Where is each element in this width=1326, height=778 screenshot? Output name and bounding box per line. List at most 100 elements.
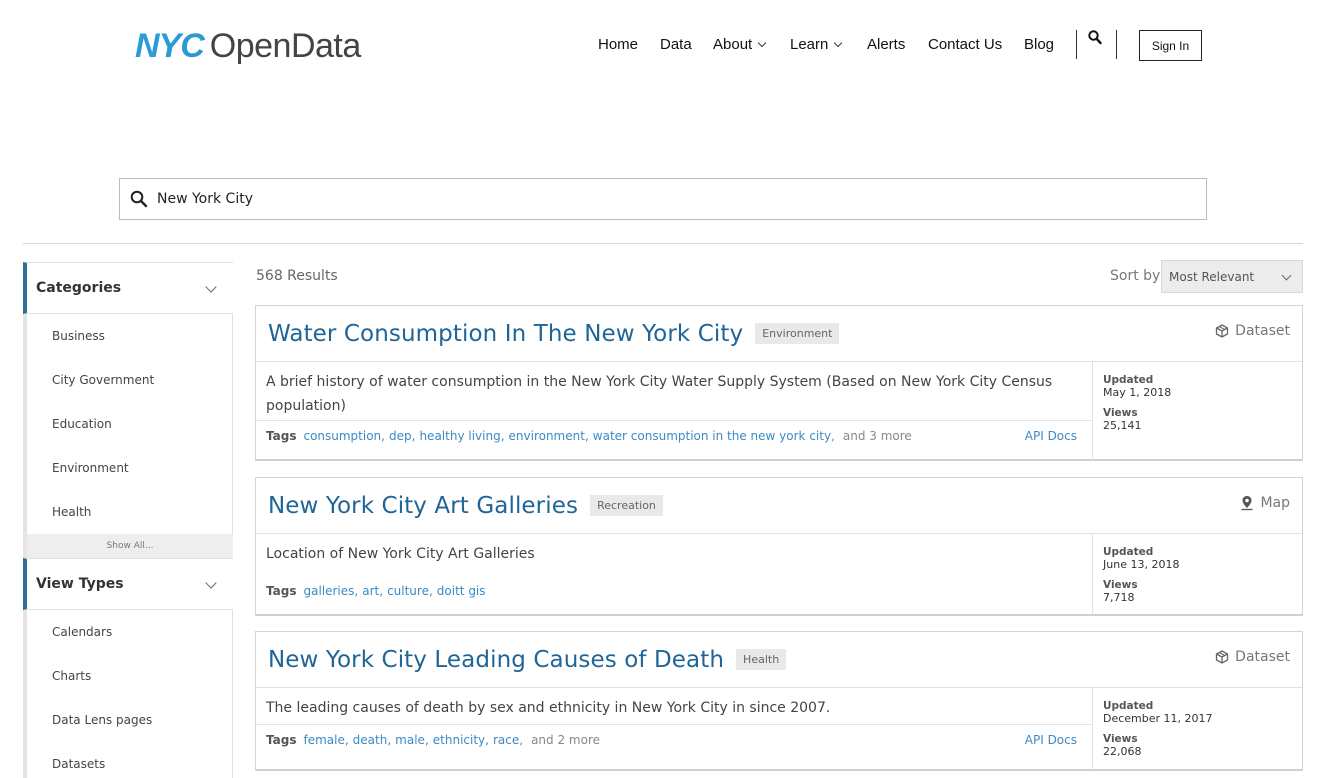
view-types-title: View Types bbox=[36, 576, 124, 592]
result-card-body: The leading causes of death by sex and e… bbox=[256, 688, 1302, 770]
nyc-opendata-logo[interactable]: NYC OpenData bbox=[135, 26, 361, 66]
api-docs-link[interactable]: API Docs bbox=[1025, 429, 1077, 443]
sort-label: Sort by bbox=[1110, 268, 1161, 284]
result-card-header: Water Consumption In The New York City E… bbox=[256, 306, 1302, 362]
result-title-link[interactable]: New York City Art Galleries bbox=[268, 493, 578, 519]
tags-row: Tags female, death, male, ethnicity, rac… bbox=[256, 724, 1092, 754]
category-item-education[interactable]: Education bbox=[27, 402, 233, 446]
nav-blog[interactable]: Blog bbox=[1024, 34, 1054, 56]
result-title-link[interactable]: Water Consumption In The New York City bbox=[268, 321, 743, 347]
nav-data[interactable]: Data bbox=[660, 34, 692, 56]
updated-label: Updated bbox=[1103, 700, 1154, 712]
category-badge[interactable]: Health bbox=[736, 649, 787, 670]
chevron-down-icon bbox=[205, 281, 217, 293]
category-item-health[interactable]: Health bbox=[27, 490, 233, 534]
result-card-main: Location of New York City Art Galleries … bbox=[256, 534, 1093, 615]
tag-link[interactable]: race bbox=[493, 733, 519, 747]
result-card: Water Consumption In The New York City E… bbox=[255, 305, 1303, 461]
tag-link[interactable]: galleries bbox=[303, 584, 354, 598]
tag-link[interactable]: environment bbox=[509, 429, 585, 443]
tag-link[interactable]: water consumption in the new york city bbox=[593, 429, 831, 443]
result-card-body: A brief history of water consumption in … bbox=[256, 362, 1302, 460]
category-item-city-government[interactable]: City Government bbox=[27, 358, 233, 402]
tag-link[interactable]: dep bbox=[389, 429, 412, 443]
dataset-icon bbox=[1216, 324, 1229, 338]
updated-date: December 11, 2017 bbox=[1103, 712, 1213, 725]
tag-link[interactable]: female bbox=[303, 733, 344, 747]
chevron-down-icon bbox=[1281, 270, 1292, 281]
category-item-business[interactable]: Business bbox=[27, 314, 233, 358]
nav-about-label: About bbox=[713, 36, 753, 53]
category-badge[interactable]: Environment bbox=[755, 323, 840, 344]
tags-label: Tags bbox=[266, 428, 297, 443]
category-item-environment[interactable]: Environment bbox=[27, 446, 233, 490]
tag-link[interactable]: death bbox=[353, 733, 388, 747]
nav-home[interactable]: Home bbox=[598, 34, 638, 56]
categories-facet-header[interactable]: Categories bbox=[23, 262, 233, 314]
views-count: 7,718 bbox=[1103, 591, 1135, 604]
views-count: 25,141 bbox=[1103, 419, 1142, 432]
logo-nyc-text: NYC bbox=[135, 27, 205, 65]
view-type-item-charts[interactable]: Charts bbox=[27, 654, 233, 698]
result-card-body: Location of New York City Art Galleries … bbox=[256, 534, 1302, 615]
search-input[interactable] bbox=[157, 191, 1157, 207]
more-tags-link[interactable]: and 3 more bbox=[843, 429, 912, 443]
result-card-main: The leading causes of death by sex and e… bbox=[256, 688, 1093, 770]
tag-link[interactable]: culture bbox=[387, 584, 429, 598]
filter-sidebar: Categories Business City Government Educ… bbox=[23, 262, 233, 778]
tags-row: Tags galleries, art, culture, doitt gis bbox=[266, 584, 486, 598]
tags-row: Tags consumption, dep, healthy living, e… bbox=[256, 420, 1092, 450]
categories-title: Categories bbox=[36, 280, 122, 296]
updated-label: Updated bbox=[1103, 374, 1154, 386]
nav-learn[interactable]: Learn bbox=[790, 34, 843, 56]
search-bar[interactable] bbox=[119, 178, 1207, 220]
nav-learn-label: Learn bbox=[790, 36, 829, 53]
view-types-list: Calendars Charts Data Lens pages Dataset… bbox=[23, 610, 233, 778]
tag-link[interactable]: ethnicity bbox=[433, 733, 485, 747]
views-label: Views bbox=[1103, 407, 1138, 419]
tag-link[interactable]: healthy living bbox=[419, 429, 500, 443]
views-label: Views bbox=[1103, 579, 1138, 591]
tag-link[interactable]: doitt gis bbox=[437, 584, 486, 598]
dataset-icon bbox=[1216, 650, 1229, 664]
result-title-link[interactable]: New York City Leading Causes of Death bbox=[268, 647, 724, 673]
views-count: 22,068 bbox=[1103, 745, 1142, 758]
nav-about[interactable]: About bbox=[713, 34, 767, 56]
nav-divider bbox=[1076, 30, 1077, 59]
nav-alerts[interactable]: Alerts bbox=[867, 34, 905, 56]
view-type-item-datasets[interactable]: Datasets bbox=[27, 742, 233, 778]
api-docs-link[interactable]: API Docs bbox=[1025, 733, 1077, 747]
view-type-text: Dataset bbox=[1235, 323, 1290, 339]
nav-contact-us[interactable]: Contact Us bbox=[928, 34, 1002, 56]
result-card-header: New York City Leading Causes of Death He… bbox=[256, 632, 1302, 688]
view-types-facet-header[interactable]: View Types bbox=[23, 558, 233, 610]
logo-opendata-text: OpenData bbox=[209, 27, 362, 65]
chevron-down-icon bbox=[757, 38, 767, 48]
category-badge[interactable]: Recreation bbox=[590, 495, 663, 516]
updated-date: May 1, 2018 bbox=[1103, 386, 1172, 399]
view-type-label: Map bbox=[1240, 495, 1290, 511]
tag-link[interactable]: male bbox=[395, 733, 425, 747]
tag-link[interactable]: art bbox=[362, 584, 379, 598]
map-pin-icon bbox=[1241, 496, 1253, 511]
view-type-item-calendars[interactable]: Calendars bbox=[27, 610, 233, 654]
updated-label: Updated bbox=[1103, 546, 1154, 558]
sort-dropdown[interactable]: Most Relevant bbox=[1161, 260, 1303, 293]
categories-list: Business City Government Education Envir… bbox=[23, 314, 233, 534]
result-card: New York City Leading Causes of Death He… bbox=[255, 631, 1303, 771]
more-tags-link[interactable]: and 2 more bbox=[531, 733, 600, 747]
tag-link[interactable]: consumption bbox=[303, 429, 381, 443]
result-card: New York City Art Galleries Recreation M… bbox=[255, 477, 1303, 616]
result-description: Location of New York City Art Galleries bbox=[266, 546, 535, 562]
sign-in-button[interactable]: Sign In bbox=[1139, 30, 1202, 61]
view-type-item-data-lens-pages[interactable]: Data Lens pages bbox=[27, 698, 233, 742]
result-card-main: A brief history of water consumption in … bbox=[256, 362, 1093, 460]
nav-divider bbox=[1116, 30, 1117, 59]
show-all-categories-link[interactable]: Show All... bbox=[23, 534, 233, 558]
search-icon[interactable] bbox=[1088, 30, 1104, 48]
tags-label: Tags bbox=[266, 584, 297, 598]
result-card-header: New York City Art Galleries Recreation M… bbox=[256, 478, 1302, 534]
search-icon bbox=[130, 190, 148, 208]
view-type-text: Map bbox=[1260, 495, 1290, 511]
tags-label: Tags bbox=[266, 732, 297, 747]
